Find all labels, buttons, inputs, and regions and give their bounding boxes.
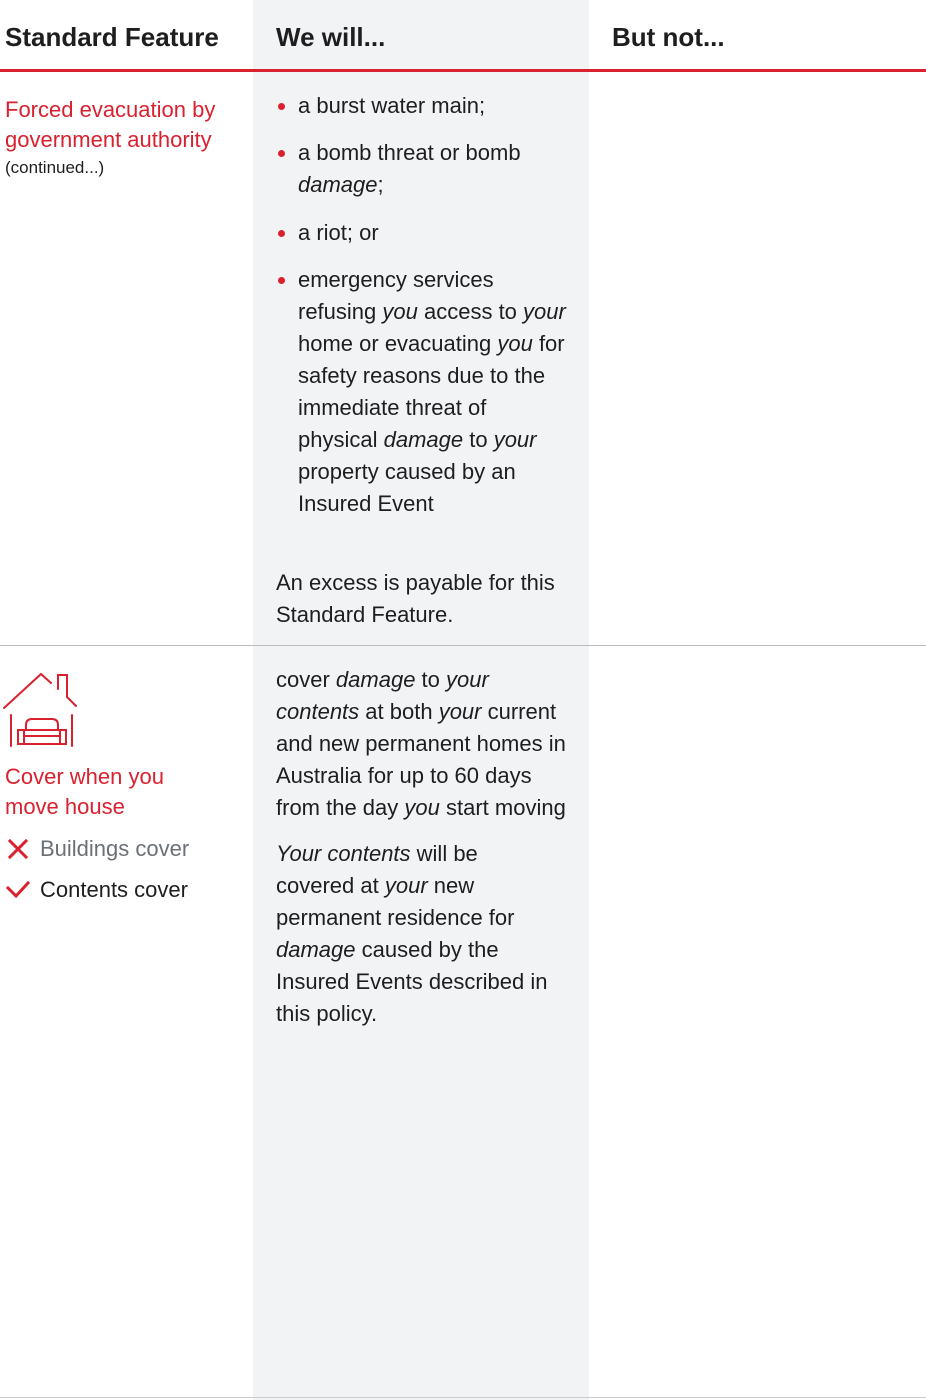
contents-cover-label: Contents cover — [40, 877, 188, 902]
list-item-text: a bomb threat or bomb damage; — [298, 140, 521, 197]
feature-title: Forced evacuation by government authorit… — [5, 97, 216, 152]
feature-cell-move-house: Cover when you move house — [5, 762, 245, 821]
cover-paragraph: cover damage to your contents at both yo… — [276, 667, 566, 820]
emphasis-text: damage — [276, 937, 356, 962]
emphasis-text: Your contents — [276, 841, 411, 866]
header-we-will: We will... — [276, 22, 386, 52]
list-item-text: a riot; or — [298, 220, 379, 245]
bullet-dot — [278, 230, 285, 237]
house-sofa-icon — [3, 672, 77, 747]
list-item: a bomb threat or bomb damage; — [278, 137, 560, 201]
emphasis-text: you — [382, 299, 418, 324]
header-divider — [0, 69, 926, 72]
contents-cover-row: Contents cover — [5, 877, 188, 903]
emphasis-text: your — [493, 427, 537, 452]
list-item: emergency services refusing you access t… — [278, 264, 570, 520]
emphasis-text: your — [384, 873, 428, 898]
emphasis-text: damage — [298, 172, 378, 197]
bullet-dot — [278, 150, 285, 157]
excess-note: An excess is payable for this Standard F… — [276, 570, 555, 627]
bullet-dot — [278, 277, 285, 284]
bullet-dot — [278, 103, 285, 110]
buildings-cover-label: Buildings cover — [40, 836, 190, 861]
emphasis-text: your — [438, 699, 482, 724]
emphasis-text: damage — [383, 427, 464, 452]
list-item: a burst water main; — [278, 90, 578, 122]
list-item: a riot; or — [278, 217, 578, 249]
emphasis-text: damage — [335, 667, 416, 692]
header-but-not: But not... — [612, 22, 725, 52]
buildings-cover-row: Buildings cover — [5, 836, 189, 862]
feature-cell-forced-evacuation: Forced evacuation by government authorit… — [5, 95, 245, 178]
list-item-text: a burst water main; — [298, 93, 486, 118]
row-divider — [0, 645, 926, 646]
table-bottom-border — [0, 1397, 926, 1398]
cross-icon — [7, 838, 29, 860]
continued-note: (continued...) — [5, 158, 105, 177]
check-icon — [5, 880, 31, 899]
contents-paragraph: Your contents will be covered at your ne… — [276, 841, 548, 1026]
table-header: Standard Feature We will... But not... — [0, 0, 926, 71]
emphasis-text: your — [523, 299, 566, 324]
we-will-cell-move-house: cover damage to your contents at both yo… — [276, 664, 576, 1030]
header-standard-feature: Standard Feature — [5, 22, 219, 52]
feature-title: Cover when you move house — [5, 764, 164, 819]
emphasis-text: you — [404, 795, 440, 820]
emphasis-text: you — [497, 331, 533, 356]
list-item-text: emergency services refusing you access t… — [298, 267, 566, 516]
